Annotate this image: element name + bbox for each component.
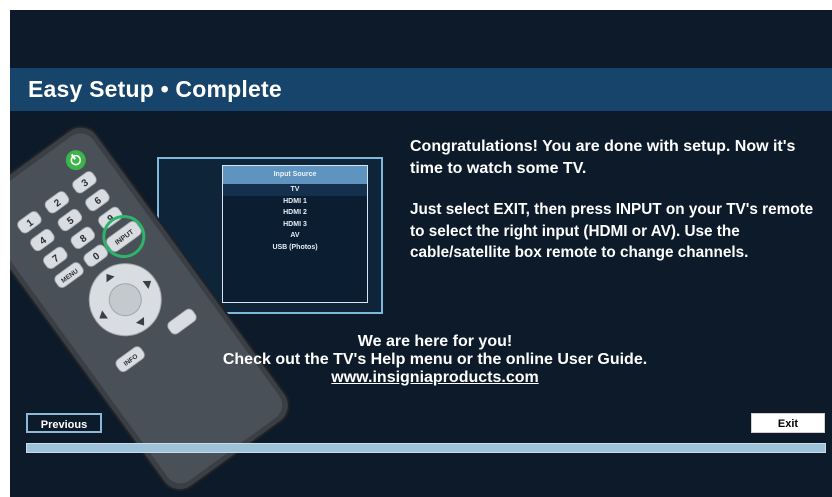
congratulations-text: Congratulations! You are done with setup…	[410, 138, 796, 177]
remote-control: 1 2 3 4 5 6 7 8 9 0 INPUT MENU INFO	[10, 125, 290, 492]
setup-complete-message: Congratulations! You are done with setup…	[410, 136, 820, 283]
tv-screen: Easy Setup • Complete Input Source TV HD…	[10, 10, 832, 497]
previous-button[interactable]: Previous	[26, 413, 102, 433]
exit-button[interactable]: Exit	[751, 413, 825, 433]
help-section: We are here for you! Check out the TV's …	[160, 333, 710, 387]
help-heading: We are here for you!	[357, 333, 513, 350]
progress-fill	[27, 444, 825, 452]
instructions-text: Just select EXIT, then press INPUT on yo…	[410, 201, 814, 261]
help-text: Check out the TV's Help menu or the onli…	[222, 351, 648, 368]
website-link[interactable]: www.insigniaproducts.com	[160, 369, 710, 387]
setup-progress-bar	[26, 443, 826, 453]
